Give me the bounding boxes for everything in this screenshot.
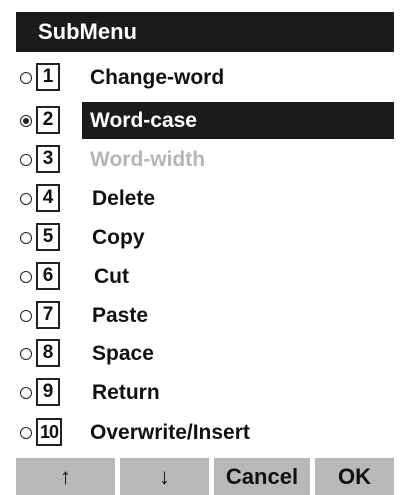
item-number: 2: [36, 106, 60, 134]
menu-item-cut[interactable]: 6 Cut: [16, 258, 394, 295]
item-number: 6: [36, 262, 60, 290]
radio-icon: [20, 387, 32, 399]
down-arrow-softkey[interactable]: ↓: [120, 458, 209, 495]
item-label: Overwrite/Insert: [90, 421, 250, 444]
menu-item-word-width: 3 Word-width: [16, 141, 394, 178]
radio-icon: [20, 310, 32, 322]
cancel-label: Cancel: [225, 464, 299, 489]
submenu-title: SubMenu: [38, 19, 137, 44]
item-label: Change-word: [90, 66, 225, 89]
radio-selected-icon: [20, 115, 32, 127]
radio-icon: [20, 271, 32, 283]
submenu-screen: SubMenu 1 Change-word 2 Word-case 3 Word…: [16, 12, 394, 495]
ok-label: OK: [338, 464, 371, 489]
up-arrow-softkey[interactable]: ↑: [16, 458, 115, 495]
item-number: 7: [36, 301, 60, 329]
cancel-softkey[interactable]: Cancel: [214, 458, 310, 495]
item-number: 4: [36, 184, 60, 212]
radio-icon: [20, 72, 32, 84]
menu-item-space[interactable]: 8 Space: [16, 335, 394, 372]
menu-item-paste[interactable]: 7 Paste: [16, 297, 394, 334]
radio-icon: [20, 232, 32, 244]
item-number: 8: [36, 339, 60, 367]
menu-item-return[interactable]: 9 Return: [16, 374, 394, 411]
item-label: Word-width: [90, 148, 206, 171]
ok-softkey[interactable]: OK: [315, 458, 394, 495]
item-label: Delete: [92, 187, 156, 210]
item-number: 9: [36, 378, 60, 406]
item-number: 10: [36, 418, 62, 446]
item-label: Paste: [92, 304, 149, 327]
menu-item-delete[interactable]: 4 Delete: [16, 180, 394, 217]
radio-icon: [20, 348, 32, 360]
item-number: 5: [36, 223, 60, 251]
up-arrow-icon: ↑: [60, 464, 71, 489]
item-label: Space: [92, 342, 154, 365]
item-number: 1: [36, 63, 60, 91]
item-label: Return: [92, 381, 160, 404]
menu-item-change-word[interactable]: 1 Change-word: [16, 59, 394, 96]
radio-icon: [20, 427, 32, 439]
item-label: Cut: [94, 265, 129, 288]
radio-icon: [20, 154, 32, 166]
menu-item-word-case[interactable]: 2 Word-case: [16, 102, 394, 139]
menu-item-overwrite-insert[interactable]: 10 Overwrite/Insert: [16, 414, 394, 451]
title-bar: SubMenu: [16, 12, 394, 52]
down-arrow-icon: ↓: [159, 464, 170, 489]
softkey-bar: ↑ ↓ Cancel OK: [16, 458, 394, 495]
radio-icon: [20, 193, 32, 205]
item-number: 3: [36, 145, 60, 173]
item-label: Word-case: [90, 109, 197, 132]
menu-item-copy[interactable]: 5 Copy: [16, 219, 394, 256]
item-label: Copy: [92, 226, 145, 249]
